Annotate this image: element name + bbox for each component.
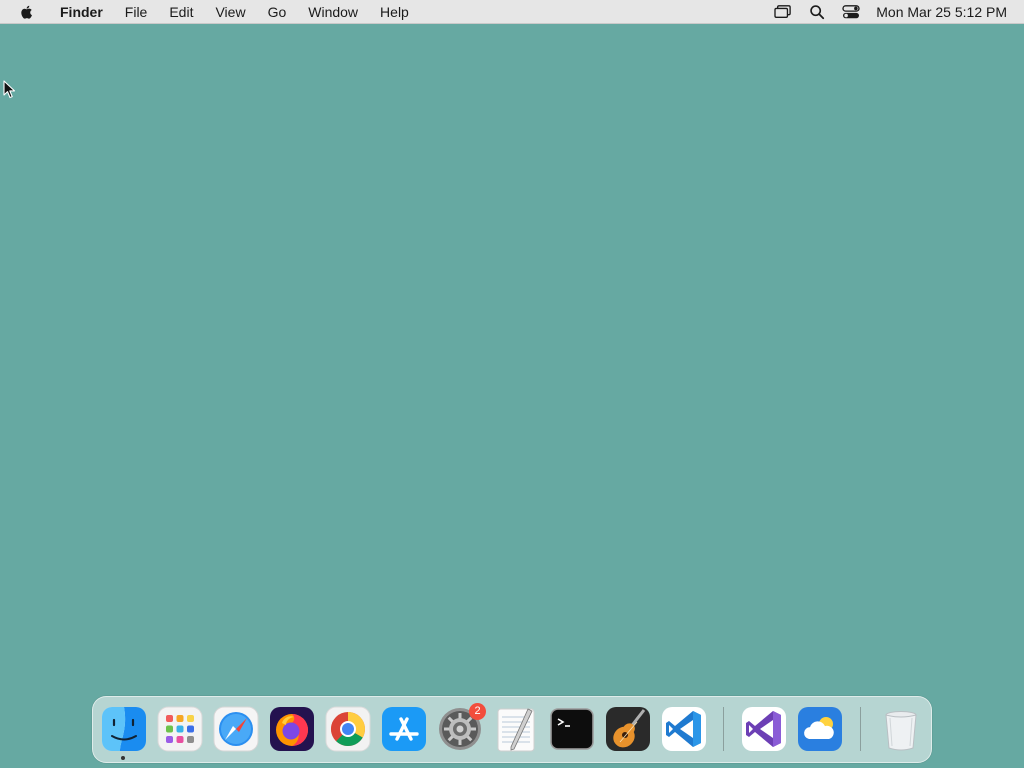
dock-divider <box>723 707 724 751</box>
apple-menu-icon[interactable] <box>17 2 37 22</box>
notification-badge: 2 <box>469 703 486 720</box>
chrome-icon[interactable] <box>324 705 372 753</box>
menu-window[interactable]: Window <box>297 0 369 24</box>
screen-mirroring-icon[interactable] <box>772 2 794 22</box>
finder-icon[interactable] <box>100 705 148 753</box>
garageband-icon[interactable] <box>604 705 652 753</box>
app-store-icon[interactable] <box>380 705 428 753</box>
menu-help[interactable]: Help <box>369 0 420 24</box>
weather-icon[interactable] <box>796 705 844 753</box>
menu-bar-clock[interactable]: Mon Mar 25 5:12 PM <box>876 4 1007 20</box>
menu-go[interactable]: Go <box>257 0 298 24</box>
firefox-icon[interactable] <box>268 705 316 753</box>
dock-divider <box>860 707 861 751</box>
visual-studio-icon[interactable] <box>740 705 788 753</box>
textedit-icon[interactable] <box>492 705 540 753</box>
menu-file[interactable]: File <box>114 0 159 24</box>
mouse-cursor-icon <box>3 80 16 99</box>
menu-edit[interactable]: Edit <box>158 0 204 24</box>
control-center-icon[interactable] <box>840 2 862 22</box>
finder-running-indicator <box>121 756 125 760</box>
menu-app-finder[interactable]: Finder <box>51 0 114 24</box>
vscode-icon[interactable] <box>660 705 708 753</box>
dock: 2 <box>92 696 932 763</box>
terminal-icon[interactable] <box>548 705 596 753</box>
spotlight-search-icon[interactable] <box>806 2 828 22</box>
launchpad-icon[interactable] <box>156 705 204 753</box>
trash-icon[interactable] <box>877 705 925 753</box>
menu-bar: Finder File Edit View Go Window Help Mon… <box>0 0 1024 24</box>
safari-icon[interactable] <box>212 705 260 753</box>
menu-view[interactable]: View <box>204 0 256 24</box>
